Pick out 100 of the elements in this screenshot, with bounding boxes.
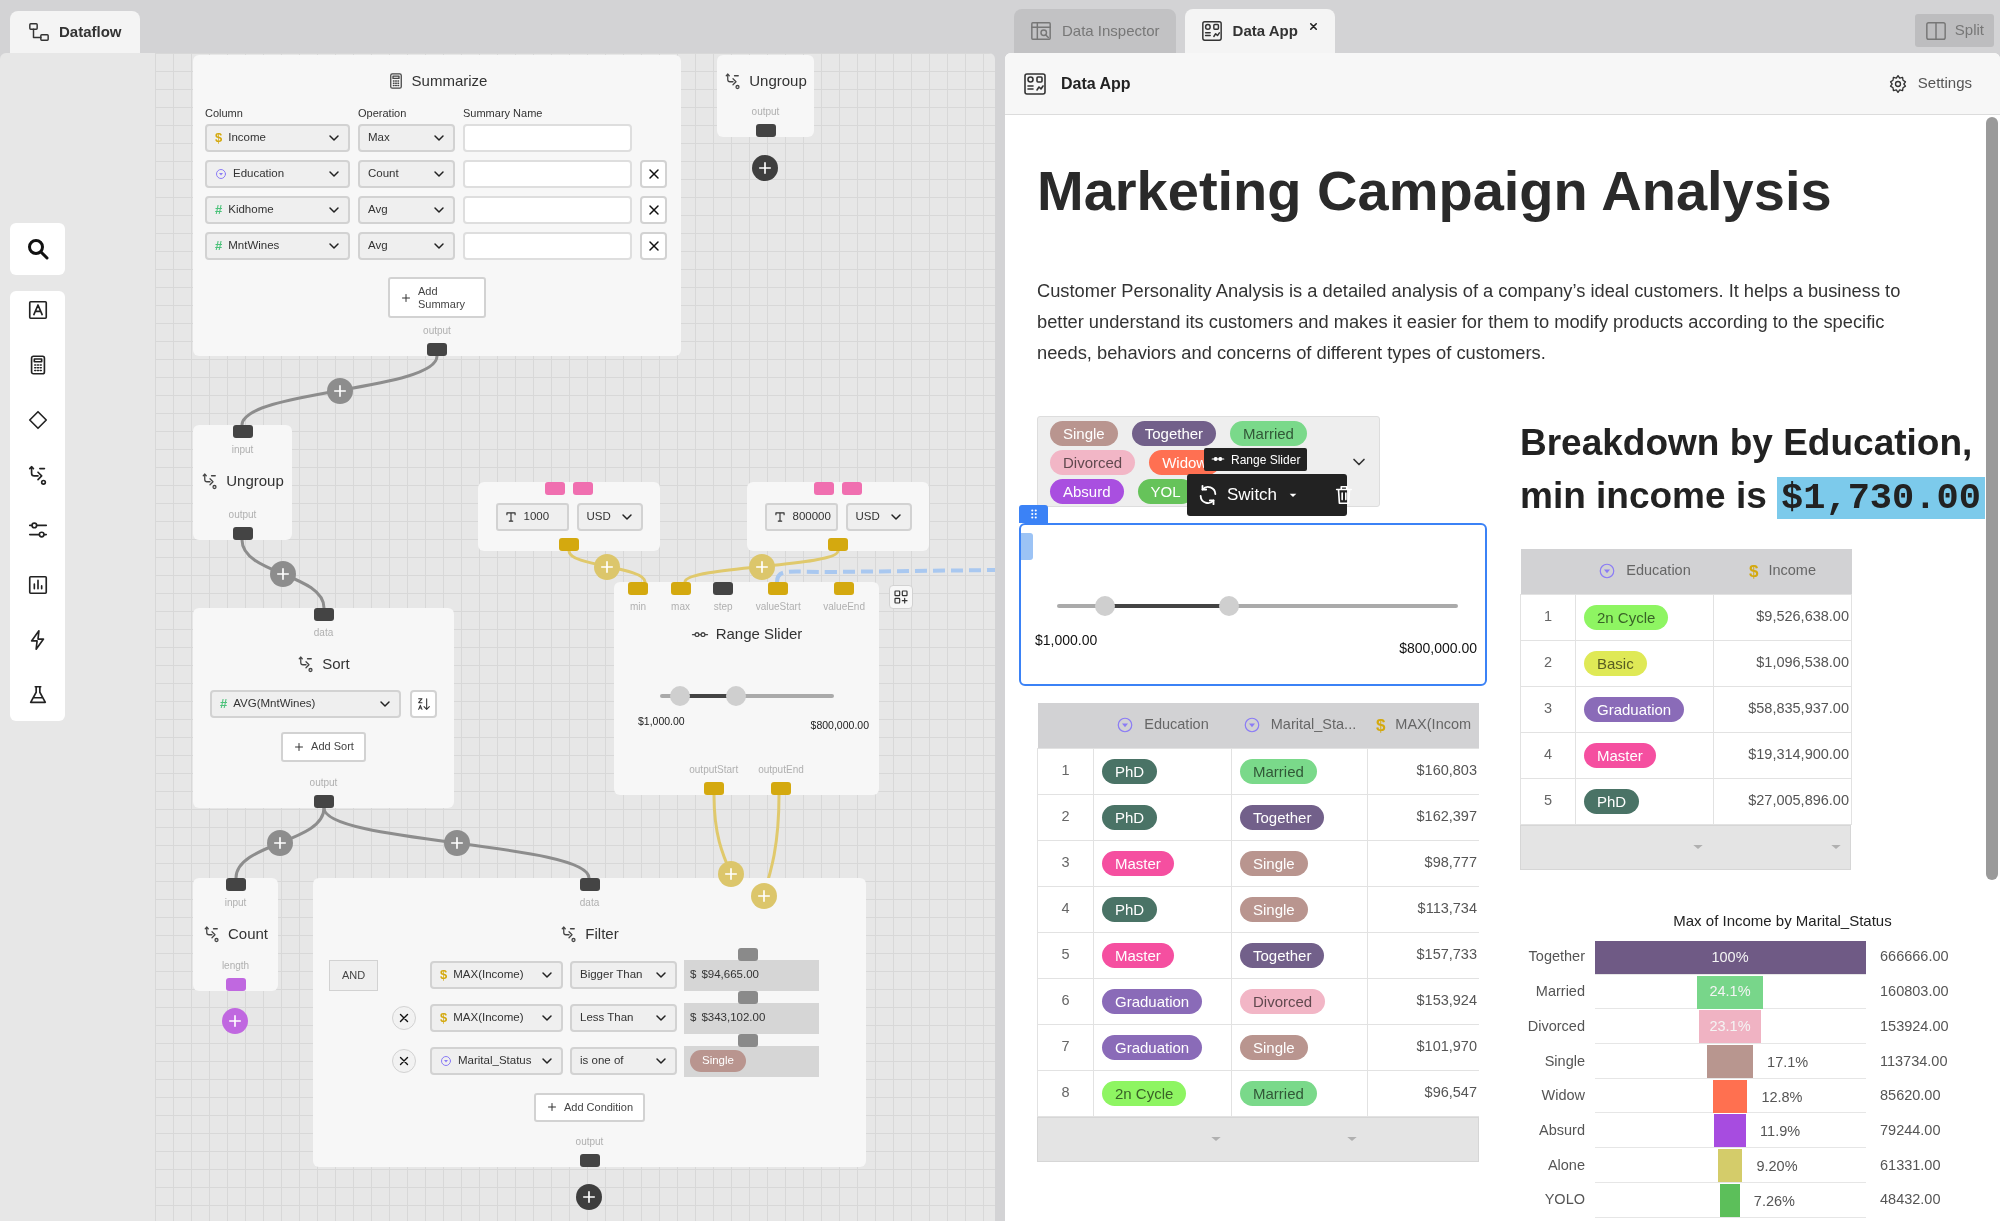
category-icon: [1598, 562, 1617, 581]
drag-handle[interactable]: [1019, 505, 1048, 523]
add-widget-button[interactable]: [889, 585, 913, 609]
tag: Graduation: [1102, 1034, 1203, 1060]
bar-chart-icon[interactable]: [26, 574, 49, 596]
slider-thumb[interactable]: [670, 685, 691, 706]
connection-port[interactable]: [755, 124, 776, 137]
summary-name-field[interactable]: [463, 124, 632, 152]
connection-port[interactable]: [313, 608, 334, 621]
add-node-button[interactable]: [443, 830, 470, 856]
summary-name-field[interactable]: [463, 160, 632, 188]
tag: Absurd: [1050, 479, 1124, 504]
operator-select[interactable]: is one of: [570, 1047, 677, 1075]
connection-port[interactable]: [579, 878, 600, 891]
type-symbol: #: [215, 237, 223, 256]
column-select[interactable]: Education: [205, 160, 350, 188]
tag: Single: [1240, 1034, 1308, 1060]
scrollbar-thumb[interactable]: [1986, 117, 1998, 880]
number-field[interactable]: 1000: [495, 503, 569, 531]
summary-name-field[interactable]: [463, 196, 632, 224]
add-summary-button[interactable]: Add Summary: [388, 277, 486, 318]
column-select[interactable]: $ MAX(Income): [430, 1004, 563, 1032]
remove-button[interactable]: [640, 232, 667, 260]
operation-select[interactable]: Avg: [358, 196, 455, 224]
node-title: Range Slider: [715, 624, 803, 644]
currency-select[interactable]: USD: [845, 503, 912, 531]
add-node-button[interactable]: [267, 830, 293, 856]
remove-button[interactable]: [640, 196, 667, 224]
percent-label: 11.9%: [1760, 1122, 1801, 1142]
column-header: MAX(Incom: [1395, 715, 1472, 735]
logic-toggle[interactable]: AND: [329, 959, 378, 991]
text-type-icon: [503, 510, 518, 524]
tag: Together: [1240, 942, 1325, 968]
resize-handle[interactable]: [1021, 533, 1033, 560]
value-field[interactable]: $ $94,665.00: [684, 959, 819, 991]
column-select[interactable]: $ MAX(Income): [430, 961, 563, 989]
tab[interactable]: Dataflow: [10, 11, 140, 53]
slider-thumb[interactable]: [726, 685, 747, 706]
operator-select[interactable]: Bigger Than: [570, 961, 677, 989]
connection-port[interactable]: [225, 878, 246, 891]
remove-button[interactable]: [392, 1006, 416, 1030]
percent-label: 17.1%: [1767, 1053, 1809, 1073]
add-node-button[interactable]: [270, 561, 296, 587]
diamond-icon[interactable]: [26, 409, 49, 431]
port-label: outputStart: [689, 764, 739, 776]
port-label: min: [629, 601, 647, 613]
percent-label: 24.1%: [1709, 982, 1751, 1002]
category-label: Divorced: [1526, 1016, 1585, 1036]
connection-port[interactable]: [713, 582, 734, 595]
add-node-button[interactable]: [718, 861, 744, 887]
sort-column-select[interactable]: # AVG(MntWines): [210, 689, 401, 718]
column-header: Income: [1768, 561, 1816, 581]
column-select[interactable]: # MntWines: [205, 232, 350, 260]
number-field[interactable]: 800000: [764, 503, 838, 531]
tag: PhD: [1102, 804, 1158, 830]
add-sort-button[interactable]: Add Sort: [281, 731, 366, 762]
connection-port[interactable]: [232, 425, 253, 438]
add-node-button[interactable]: [326, 377, 353, 404]
tag: 2n Cycle: [1584, 604, 1669, 630]
operator-select[interactable]: Less Than: [570, 1004, 677, 1032]
close-icon: [397, 1054, 411, 1068]
port-label: output: [575, 1136, 604, 1148]
port-label: outputEnd: [758, 764, 804, 776]
value-field[interactable]: $ $343,102.00: [684, 1002, 819, 1034]
remove-button[interactable]: [392, 1049, 416, 1073]
slider-thumb[interactable]: [1219, 596, 1240, 616]
search-button[interactable]: [10, 223, 65, 275]
slider-thumb[interactable]: [1095, 596, 1116, 616]
connection-port[interactable]: [232, 527, 253, 540]
tag: Married: [1240, 758, 1317, 784]
column-select[interactable]: $ Income: [205, 124, 350, 152]
switch-button[interactable]: Switch: [1197, 482, 1302, 508]
branch-icon[interactable]: [26, 464, 49, 486]
text-box-icon[interactable]: [26, 299, 49, 321]
sort-order-button[interactable]: [410, 689, 437, 718]
category-icon: [1116, 716, 1135, 735]
row-number: 5: [1520, 778, 1576, 824]
operation-select[interactable]: Max: [358, 124, 455, 152]
currency-select[interactable]: USD: [576, 503, 643, 531]
row-number: 5: [1037, 932, 1094, 978]
tab[interactable]: Data App: [1184, 9, 1335, 53]
add-node-button[interactable]: [748, 553, 775, 580]
remove-button[interactable]: [640, 160, 667, 188]
connection-port[interactable]: [313, 795, 334, 808]
tag: 2n Cycle: [1102, 1080, 1187, 1106]
add-condition-button[interactable]: Add Condition: [533, 1092, 646, 1122]
operation-select[interactable]: Avg: [358, 232, 455, 260]
close-icon[interactable]: [1307, 20, 1319, 32]
table-cell: $58,835,937.00: [1713, 686, 1852, 732]
add-node-button[interactable]: [594, 553, 620, 580]
summary-name-field[interactable]: [463, 232, 632, 260]
connection-port[interactable]: [579, 1154, 600, 1167]
add-node-button[interactable]: [576, 1184, 602, 1210]
add-node-button[interactable]: [222, 1008, 248, 1034]
column-select[interactable]: # Kidhome: [205, 196, 350, 224]
add-node-button[interactable]: [752, 155, 778, 181]
column-select[interactable]: Marital_Status: [430, 1047, 563, 1075]
settings-button[interactable]: Settings: [1887, 72, 1972, 95]
sliders-icon[interactable]: [26, 519, 49, 541]
operation-select[interactable]: Count: [358, 160, 455, 188]
